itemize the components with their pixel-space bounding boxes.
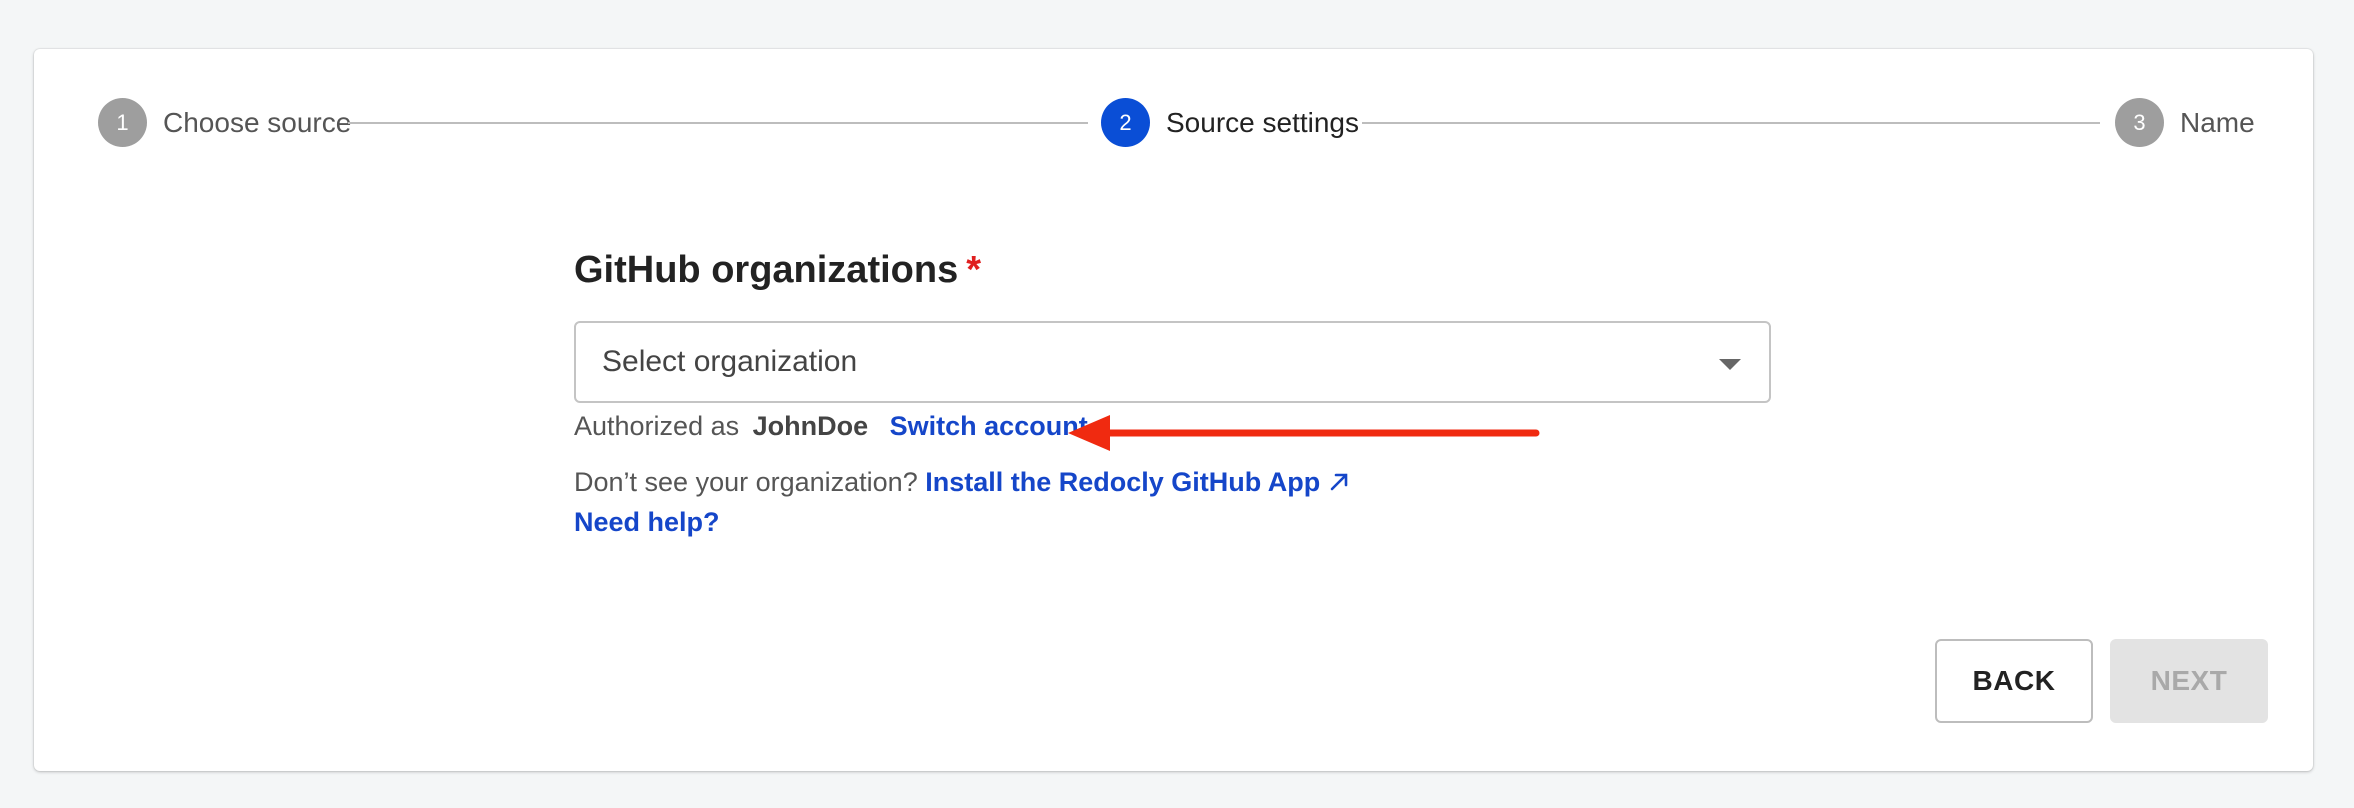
step-label-name: Name <box>2180 106 2255 138</box>
stepper-connector-1 <box>348 122 1088 124</box>
step-label-source-settings: Source settings <box>1166 106 1359 138</box>
organization-select[interactable]: Select organization <box>574 321 1771 403</box>
field-label-text: GitHub organizations <box>574 249 959 291</box>
need-help-link[interactable]: Need help? <box>574 507 720 537</box>
required-marker: * <box>966 249 982 291</box>
need-help-line: Need help? <box>574 507 720 538</box>
stepper-connector-2 <box>1362 122 2100 124</box>
step-number-3: 3 <box>2115 98 2164 147</box>
wizard-card: 1 Choose source 2 Source settings 3 Name… <box>34 49 2313 771</box>
authorized-as-line: Authorized as JohnDoe Switch account. <box>574 411 1095 442</box>
github-organizations-label: GitHub organizations * <box>574 249 981 292</box>
step-number-1: 1 <box>98 98 147 147</box>
missing-organization-line: Don’t see your organization? Install the… <box>574 467 1350 498</box>
step-choose-source: 1 Choose source <box>98 98 351 147</box>
authorized-username: JohnDoe <box>752 411 869 441</box>
back-button[interactable]: BACK <box>1935 639 2093 723</box>
red-arrow-pointer <box>1068 415 1540 451</box>
external-link-icon <box>1330 473 1348 491</box>
caret-down-icon[interactable] <box>1719 359 1741 370</box>
step-label-choose-source: Choose source <box>163 106 352 138</box>
install-github-app-label: Install the Redocly GitHub App <box>925 467 1321 497</box>
install-github-app-link[interactable]: Install the Redocly GitHub App <box>925 467 1350 497</box>
select-placeholder: Select organization <box>602 345 858 378</box>
missing-organization-question: Don’t see your organization? <box>574 467 918 497</box>
step-source-settings: 2 Source settings <box>1101 98 1359 147</box>
next-button[interactable]: NEXT <box>2110 639 2268 723</box>
authorized-as-prefix: Authorized as <box>574 411 740 441</box>
step-number-2: 2 <box>1101 98 1150 147</box>
step-name: 3 Name <box>2115 98 2255 147</box>
